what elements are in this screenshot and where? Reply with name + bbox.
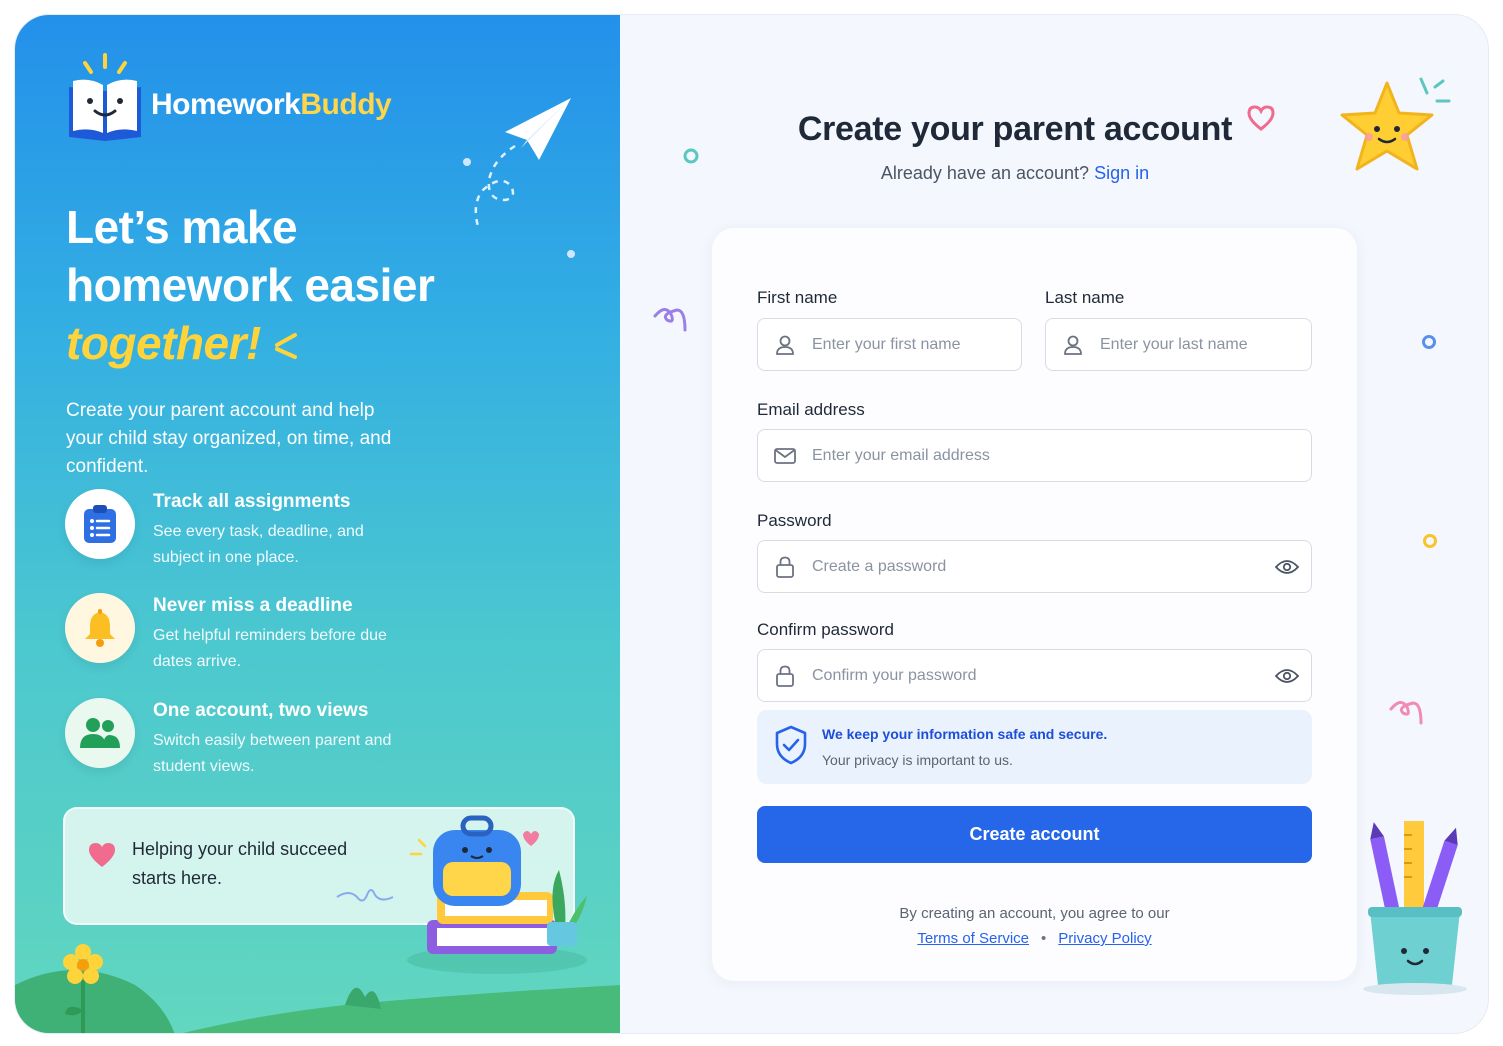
signup-page: HomeworkBuddy Let’s make homework easier… xyxy=(15,15,1488,1033)
brand-name-part1: Homework xyxy=(151,88,301,121)
feature-track-assignments: Track all assignments See every task, de… xyxy=(65,489,485,569)
first-name-input[interactable]: Enter your first name xyxy=(757,318,1022,371)
swirl-decoration xyxy=(1389,701,1423,725)
mail-icon xyxy=(758,447,812,464)
confirm-password-placeholder: Confirm your password xyxy=(812,666,977,684)
first-name-label: First name xyxy=(757,288,838,307)
hero-panel: HomeworkBuddy Let’s make homework easier… xyxy=(15,15,620,1033)
eye-icon[interactable] xyxy=(1263,559,1311,575)
password-label: Password xyxy=(757,511,832,530)
signin-prompt: Already have an account? Sign in xyxy=(880,163,1150,183)
last-name-placeholder: Enter your last name xyxy=(1100,335,1248,353)
feature-title: One account, two views xyxy=(153,700,369,721)
book-logo-icon xyxy=(65,53,145,145)
email-label: Email address xyxy=(757,400,865,419)
lock-icon xyxy=(758,665,812,687)
clipboard-icon xyxy=(65,489,135,559)
feature-description: See every task, deadline, and subject in… xyxy=(153,523,364,566)
user-icon xyxy=(758,335,812,355)
security-subtitle: Your privacy is important to us. xyxy=(822,752,1013,768)
heart-icon xyxy=(87,841,117,874)
pencil-cup-icon xyxy=(1363,821,1467,995)
confirm-password-label: Confirm password xyxy=(757,620,894,639)
security-notice: We keep your information safe and secure… xyxy=(757,710,1312,784)
form-header: Create your parent account Already have … xyxy=(620,105,1410,184)
feature-title: Never miss a deadline xyxy=(153,595,353,616)
last-name-label: Last name xyxy=(1045,288,1125,307)
brand-name-part2: Buddy xyxy=(300,88,392,121)
hero-headline: Let’s make homework easier together! xyxy=(66,198,586,376)
users-icon xyxy=(65,698,135,768)
circle-decoration xyxy=(1422,335,1436,349)
brand-name: HomeworkBuddy xyxy=(151,88,392,122)
email-input[interactable]: Enter your email address xyxy=(757,429,1312,482)
terms-of-service-link[interactable]: Terms of Service xyxy=(917,930,1029,947)
email-placeholder: Enter your email address xyxy=(812,446,990,464)
create-account-button[interactable]: Create account xyxy=(757,806,1312,863)
headline-line3: together! xyxy=(66,317,261,369)
separator-dot: • xyxy=(1041,930,1047,947)
flower-icon xyxy=(63,944,103,1033)
circle-decoration xyxy=(1423,534,1437,548)
eye-icon[interactable] xyxy=(1263,668,1311,684)
first-name-placeholder: Enter your first name xyxy=(812,335,961,353)
terms-notice: By creating an account, you agree to our xyxy=(899,905,1170,922)
headline-line1: Let’s make xyxy=(66,201,298,253)
security-title: We keep your information safe and secure… xyxy=(822,726,1108,742)
feature-description: Switch easily between parent and student… xyxy=(153,732,392,775)
heart-icon xyxy=(1247,105,1275,131)
squiggle-icon xyxy=(336,889,394,902)
feature-title: Track all assignments xyxy=(153,491,351,512)
lock-icon xyxy=(758,556,812,578)
feature-description: Get helpful reminders before due dates a… xyxy=(153,627,387,670)
brand-logo[interactable]: HomeworkBuddy xyxy=(65,53,392,145)
headline-line2: homework easier xyxy=(66,259,435,311)
confirm-password-input[interactable]: Confirm your password xyxy=(757,649,1312,702)
shield-check-icon xyxy=(775,725,807,770)
sparkle-icon xyxy=(271,318,301,376)
encouragement-text: Helping your child succeed starts here. xyxy=(132,839,348,888)
signup-form-card: First name Enter your first name Last na… xyxy=(712,228,1357,981)
page-title: Create your parent account xyxy=(798,105,1275,149)
last-name-input[interactable]: Enter your last name xyxy=(1045,318,1312,371)
privacy-policy-link[interactable]: Privacy Policy xyxy=(1058,930,1151,947)
user-icon xyxy=(1046,335,1100,355)
bell-icon xyxy=(65,593,135,663)
hero-description: Create your parent account and help your… xyxy=(66,400,392,477)
signin-link[interactable]: Sign in xyxy=(1094,163,1149,183)
password-input[interactable]: Create a password xyxy=(757,540,1312,593)
feature-reminders: Never miss a deadline Get helpful remind… xyxy=(65,593,485,673)
swirl-decoration xyxy=(653,308,687,332)
password-placeholder: Create a password xyxy=(812,557,947,575)
legal-links: Terms of Service • Privacy Policy xyxy=(757,930,1312,947)
feature-two-views: One account, two views Switch easily bet… xyxy=(65,698,485,778)
